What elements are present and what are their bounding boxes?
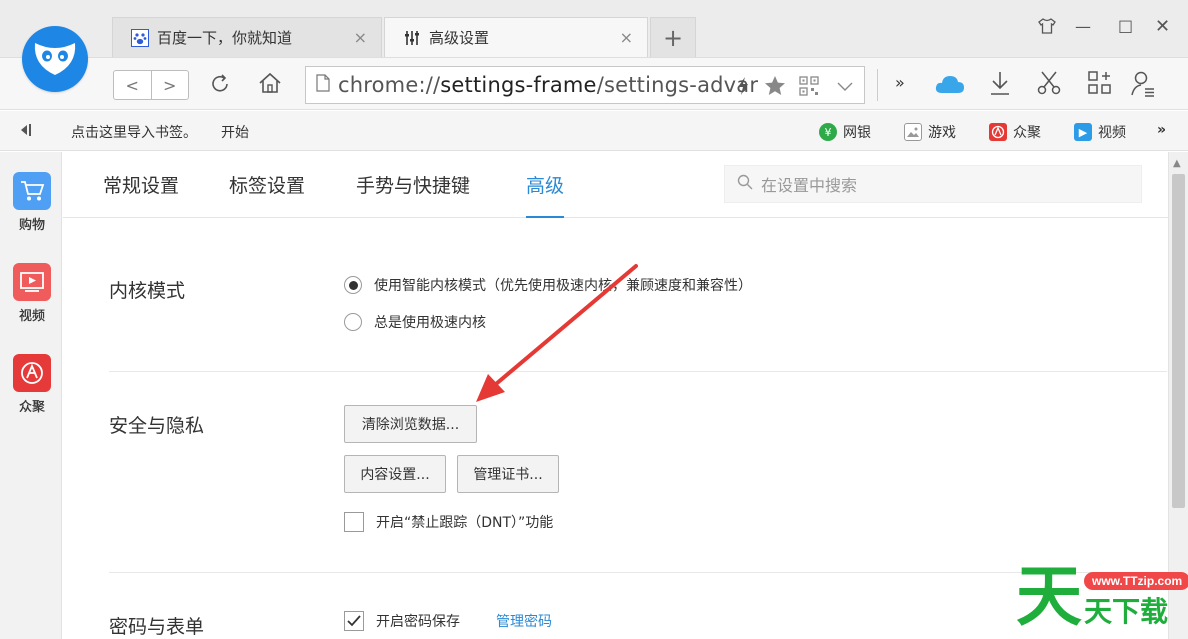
kernel-option-smart[interactable]: 使用智能内核模式（优先使用极速内核，兼顾速度和兼容性） bbox=[344, 275, 752, 295]
content-settings-button[interactable]: 内容设置... bbox=[344, 455, 446, 493]
maximize-button[interactable]: □ bbox=[1118, 16, 1133, 35]
sidebar-item-zhongju[interactable]: 众聚 bbox=[12, 354, 52, 415]
tab-advanced[interactable]: 高级 bbox=[526, 171, 565, 218]
user-icon[interactable] bbox=[1130, 70, 1156, 98]
left-sidebar: 购物 视频 众聚 bbox=[0, 152, 62, 639]
tab-general-settings[interactable]: 常规设置 bbox=[103, 171, 179, 198]
sidebar-item-video[interactable]: 视频 bbox=[12, 263, 52, 324]
watermark-text: 天下载 bbox=[1084, 595, 1169, 628]
sidebar-item-label: 购物 bbox=[18, 218, 45, 233]
baidu-paw-icon bbox=[131, 28, 149, 47]
cart-icon bbox=[13, 172, 51, 210]
browser-logo[interactable] bbox=[22, 26, 88, 92]
dnt-checkbox[interactable] bbox=[344, 512, 364, 532]
section-divider bbox=[109, 572, 1167, 573]
search-icon bbox=[737, 174, 753, 194]
bookmarks-more-button[interactable]: » bbox=[1157, 122, 1166, 138]
toolbar-separator bbox=[877, 69, 878, 101]
yen-icon: ¥ bbox=[819, 123, 837, 141]
site-watermark: 天 www.TTzip.com 天下载 bbox=[1012, 564, 1188, 639]
section-title-passwords: 密码与表单 bbox=[109, 616, 205, 638]
sidebar-item-label: 众聚 bbox=[18, 400, 45, 415]
sidebar-toggle-icon[interactable] bbox=[17, 121, 35, 139]
sidebar-item-shopping[interactable]: 购物 bbox=[12, 172, 52, 233]
refresh-icon[interactable] bbox=[208, 72, 232, 96]
tab-advanced-settings[interactable]: 高级设置 × bbox=[384, 17, 648, 57]
chevron-down-icon[interactable] bbox=[836, 77, 854, 95]
lightning-icon[interactable] bbox=[736, 76, 750, 96]
skin-icon[interactable] bbox=[1038, 18, 1056, 38]
tab-gestures-shortcuts[interactable]: 手势与快捷键 bbox=[356, 171, 470, 198]
clear-browsing-data-button[interactable]: 清除浏览数据... bbox=[344, 405, 477, 443]
scissors-icon[interactable] bbox=[1036, 70, 1062, 96]
tab-title: 百度一下，你就知道 bbox=[157, 29, 293, 47]
settings-nav: 常规设置 标签设置 手势与快捷键 高级 在设置中搜索 bbox=[63, 152, 1168, 218]
page-icon bbox=[316, 74, 330, 96]
section-title-kernel: 内核模式 bbox=[109, 280, 186, 302]
back-forward-group: < > bbox=[113, 70, 189, 100]
bookmark-zhongju[interactable]: 众聚 bbox=[989, 122, 1041, 142]
bookmark-wangyin[interactable]: ¥ 网银 bbox=[819, 122, 871, 142]
qr-code-icon[interactable] bbox=[798, 75, 820, 97]
watermark-glyph: 天 bbox=[1016, 558, 1082, 635]
video-icon bbox=[13, 263, 51, 301]
scroll-up-arrow-icon[interactable]: ▲ bbox=[1173, 158, 1181, 169]
kernel-option-fast[interactable]: 总是使用极速内核 bbox=[344, 312, 486, 332]
settings-sliders-icon bbox=[403, 29, 421, 47]
save-passwords-option[interactable]: 开启密码保存 管理密码 bbox=[344, 611, 552, 631]
manage-certificates-button[interactable]: 管理证书... bbox=[457, 455, 559, 493]
import-bookmarks-link[interactable]: 点击这里导入书签。 bbox=[71, 122, 197, 142]
home-icon[interactable] bbox=[257, 71, 283, 95]
section-title-privacy: 安全与隐私 bbox=[109, 415, 205, 437]
settings-search-input[interactable]: 在设置中搜索 bbox=[724, 165, 1142, 203]
dnt-option[interactable]: 开启“禁止跟踪（DNT）”功能 bbox=[344, 512, 553, 532]
url-text[interactable]: chrome://settings-frame/settings-advar bbox=[338, 73, 758, 97]
cloud-icon[interactable] bbox=[934, 72, 966, 96]
address-bar[interactable]: chrome://settings-frame/settings-advar bbox=[305, 66, 865, 104]
tab-title: 高级设置 bbox=[429, 29, 490, 47]
radio-smart-kernel[interactable] bbox=[344, 276, 362, 294]
bookmark-games[interactable]: 游戏 bbox=[904, 122, 956, 142]
manage-passwords-link[interactable]: 管理密码 bbox=[496, 611, 552, 631]
search-placeholder: 在设置中搜索 bbox=[761, 176, 858, 195]
tab-close-icon[interactable]: × bbox=[620, 28, 633, 47]
radio-fast-kernel[interactable] bbox=[344, 313, 362, 331]
tab-tab-settings[interactable]: 标签设置 bbox=[229, 171, 305, 198]
play-icon: ▶ bbox=[1074, 123, 1092, 141]
bookmark-video[interactable]: ▶ 视频 bbox=[1074, 122, 1126, 142]
save-passwords-checkbox[interactable] bbox=[344, 611, 364, 631]
apps-icon[interactable] bbox=[1087, 70, 1113, 96]
forward-button[interactable]: > bbox=[152, 71, 189, 99]
scroll-thumb[interactable] bbox=[1172, 174, 1185, 508]
star-icon[interactable] bbox=[764, 75, 786, 97]
checkmark-icon bbox=[347, 615, 361, 627]
download-icon[interactable] bbox=[988, 70, 1012, 96]
tab-close-icon[interactable]: × bbox=[354, 28, 367, 47]
sidebar-item-label: 视频 bbox=[18, 309, 45, 324]
section-divider bbox=[109, 371, 1167, 372]
tab-baidu[interactable]: 百度一下，你就知道 × bbox=[112, 17, 382, 57]
close-window-button[interactable]: ✕ bbox=[1155, 16, 1170, 37]
new-tab-button[interactable]: + bbox=[650, 17, 696, 57]
settings-content: 常规设置 标签设置 手势与快捷键 高级 在设置中搜索 内核模式 使用智能内核模式… bbox=[63, 152, 1168, 639]
more-extensions-button[interactable]: » bbox=[895, 73, 905, 92]
watermark-url: www.TTzip.com bbox=[1084, 572, 1188, 590]
picture-icon bbox=[904, 123, 922, 141]
start-import-link[interactable]: 开始 bbox=[221, 122, 249, 142]
minimize-button[interactable]: — bbox=[1075, 17, 1091, 36]
title-bar: 百度一下，你就知道 × 高级设置 × + — □ ✕ bbox=[0, 0, 1188, 58]
zhongju-icon bbox=[13, 354, 51, 392]
back-button[interactable]: < bbox=[114, 71, 152, 99]
navigation-toolbar: < > chrome://settings-frame/settings-adv… bbox=[0, 58, 1188, 110]
zhongju-icon bbox=[989, 123, 1007, 141]
bookmarks-bar: 点击这里导入书签。 开始 ¥ 网银 游戏 众聚 ▶ 视频 » bbox=[0, 111, 1188, 151]
